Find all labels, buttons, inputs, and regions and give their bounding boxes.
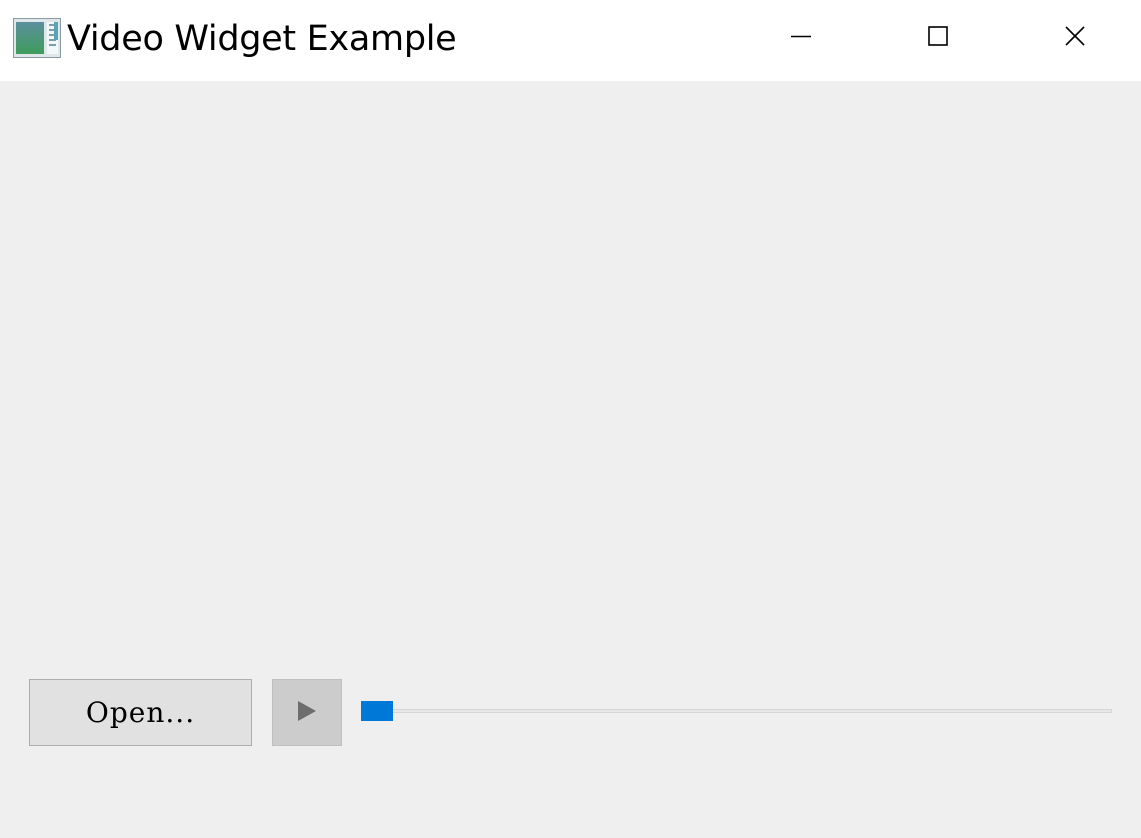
- minimize-icon: [790, 25, 812, 51]
- play-icon: [297, 700, 317, 726]
- position-slider[interactable]: [361, 700, 1112, 722]
- app-window-icon: [13, 18, 61, 58]
- minimize-button[interactable]: [732, 0, 869, 76]
- slider-handle[interactable]: [361, 701, 393, 721]
- open-button[interactable]: Open...: [29, 679, 252, 746]
- maximize-button[interactable]: [869, 0, 1006, 76]
- play-button[interactable]: [272, 679, 342, 746]
- maximize-icon: [927, 25, 949, 51]
- video-display: [0, 81, 1141, 661]
- slider-groove[interactable]: [361, 709, 1112, 713]
- window-title: Video Widget Example: [67, 19, 457, 59]
- app-window: Video Widget Example Open...: [0, 0, 1141, 838]
- close-icon: [1064, 25, 1086, 51]
- title-bar[interactable]: Video Widget Example: [0, 0, 1141, 81]
- close-button[interactable]: [1006, 0, 1141, 76]
